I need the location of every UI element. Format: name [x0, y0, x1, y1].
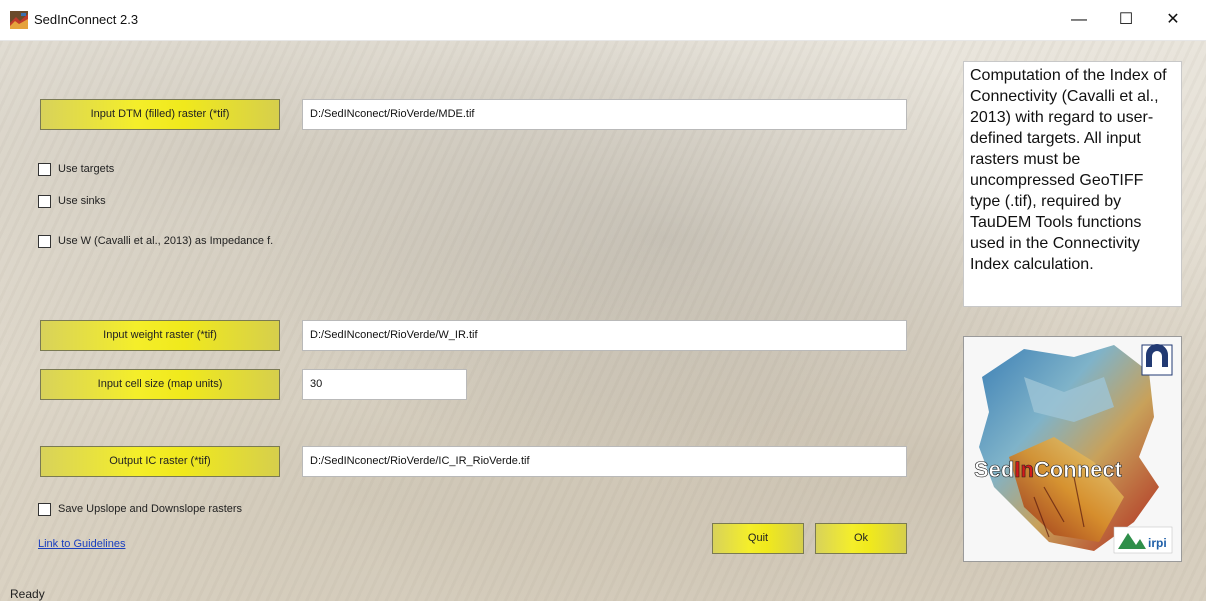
info-description: Computation of the Index of Connectivity…: [963, 61, 1182, 307]
minimize-button[interactable]: —: [1056, 0, 1102, 40]
logo-irpi-text: irpi: [1148, 536, 1167, 550]
guidelines-link[interactable]: Link to Guidelines: [38, 538, 125, 550]
logo-sed-text: Sed: [974, 457, 1014, 482]
input-cell-size-button[interactable]: Input cell size (map units): [40, 369, 280, 400]
checkbox-box[interactable]: [38, 163, 51, 176]
input-dtm-button[interactable]: Input DTM (filled) raster (*tif): [40, 99, 280, 130]
status-bar-text: Ready: [10, 587, 45, 601]
use-sinks-checkbox[interactable]: Use sinks: [38, 194, 238, 210]
checkbox-box[interactable]: [38, 195, 51, 208]
use-targets-checkbox[interactable]: Use targets: [38, 162, 238, 178]
checkbox-box[interactable]: [38, 503, 51, 516]
save-rasters-label: Save Upslope and Downslope rasters: [58, 503, 243, 515]
sedinconnect-logo: SedInConnect irpi: [963, 336, 1182, 562]
dtm-path-field[interactable]: D:/SedINconect/RioVerde/MDE.tif: [302, 99, 907, 130]
quit-button[interactable]: Quit: [712, 523, 804, 554]
checkbox-box[interactable]: [38, 235, 51, 248]
logo-connect-text: Connect: [1034, 457, 1123, 482]
output-ic-button[interactable]: Output IC raster (*tif): [40, 446, 280, 477]
use-targets-label: Use targets: [58, 163, 115, 175]
maximize-button[interactable]: ☐: [1103, 0, 1149, 40]
logo-image: SedInConnect irpi: [974, 344, 1173, 554]
save-rasters-checkbox[interactable]: Save Upslope and Downslope rasters: [38, 502, 298, 518]
app-window: SedInConnect 2.3 — ☐ ✕ Input DTM (filled…: [0, 0, 1206, 601]
title-bar: SedInConnect 2.3 — ☐ ✕: [0, 0, 1206, 41]
main-panel: Input DTM (filled) raster (*tif) D:/SedI…: [0, 41, 1206, 601]
weight-path-field[interactable]: D:/SedINconect/RioVerde/W_IR.tif: [302, 320, 907, 351]
input-weight-button[interactable]: Input weight raster (*tif): [40, 320, 280, 351]
use-w-impedance-checkbox[interactable]: Use W (Cavalli et al., 2013) as Impedanc…: [38, 234, 338, 250]
close-button[interactable]: ✕: [1150, 0, 1196, 40]
ok-button[interactable]: Ok: [815, 523, 907, 554]
app-icon: [10, 11, 28, 29]
cell-size-field[interactable]: 30: [302, 369, 467, 400]
svg-text:SedInConnect: SedInConnect: [974, 457, 1123, 482]
output-path-field[interactable]: D:/SedINconect/RioVerde/IC_IR_RioVerde.t…: [302, 446, 907, 477]
use-w-impedance-label: Use W (Cavalli et al., 2013) as Impedanc…: [58, 235, 274, 247]
window-title: SedInConnect 2.3: [34, 12, 139, 27]
use-sinks-label: Use sinks: [58, 195, 106, 207]
logo-in-text: In: [1014, 457, 1034, 482]
